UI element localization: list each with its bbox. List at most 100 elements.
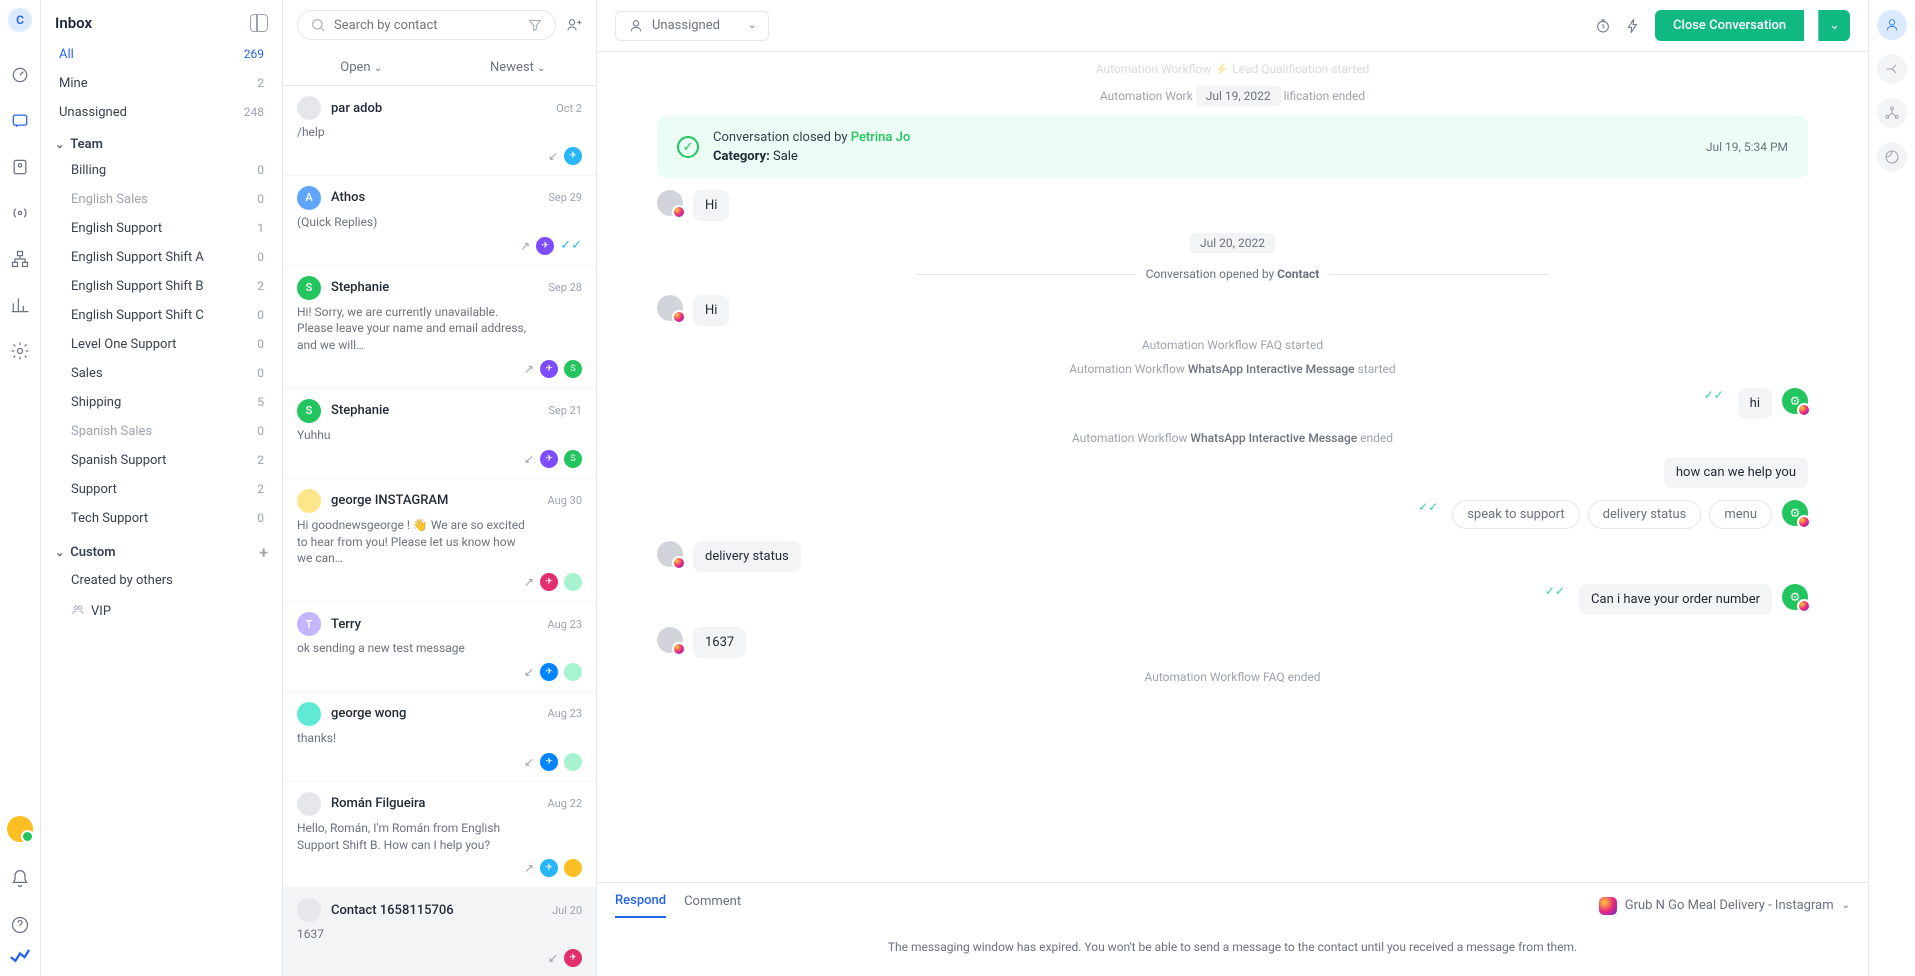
chip-delivery-status[interactable]: delivery status [1588, 500, 1702, 529]
message-bubble: delivery status [693, 541, 801, 572]
bot-avatar: ⚙ [1782, 388, 1808, 414]
telegram-icon: ✈ [564, 147, 582, 165]
team-item[interactable]: English Support Shift B2 [41, 272, 282, 301]
close-conversation-button[interactable]: Close Conversation [1655, 10, 1804, 41]
contact-panel-icon[interactable] [1877, 10, 1907, 40]
add-custom-icon[interactable]: + [259, 543, 268, 562]
team-item[interactable]: Tech Support0 [41, 504, 282, 533]
team-item[interactable]: Spanish Sales0 [41, 417, 282, 446]
tab-comment[interactable]: Comment [684, 894, 741, 917]
inbox-icon[interactable] [9, 110, 31, 132]
message-bubble: Hi [693, 295, 729, 326]
team-item[interactable]: English Sales0 [41, 185, 282, 214]
telegram-icon: ✈ [540, 859, 558, 877]
conversation-item[interactable]: Román FilgueiraAug 22Hello, Román, I'm R… [283, 782, 596, 889]
broadcast-icon[interactable] [9, 202, 31, 224]
message-bubble: 1637 [693, 627, 746, 658]
messenger-icon: ✈ [540, 663, 558, 681]
team-item[interactable]: English Support Shift A0 [41, 243, 282, 272]
viber-icon: ✈ [540, 450, 558, 468]
search-input[interactable] [334, 18, 519, 33]
workspace-avatar[interactable]: C [8, 8, 32, 32]
team-item[interactable]: Support2 [41, 475, 282, 504]
brand-logo [9, 948, 31, 964]
chip-menu[interactable]: menu [1709, 500, 1772, 529]
contact-avatar [657, 190, 683, 216]
conversation-closed-card: ✓ Conversation closed by Petrina Jo Cate… [657, 116, 1808, 178]
team-item[interactable]: Shipping5 [41, 388, 282, 417]
conversation-item[interactable]: par adobOct 2/help↙✈ [283, 86, 596, 176]
search-input-wrapper[interactable] [297, 10, 556, 40]
check-icon: ✓ [677, 136, 699, 158]
bot-avatar: ⚙ [1782, 584, 1808, 610]
team-item[interactable]: Billing0 [41, 156, 282, 185]
workflows-icon[interactable] [9, 248, 31, 270]
tab-respond[interactable]: Respond [615, 893, 666, 918]
contact-avatar [657, 295, 683, 321]
system-message: Automation Work Jul 19, 2022 lification … [657, 86, 1808, 106]
custom-item[interactable]: VIP [41, 595, 282, 626]
bot-avatar: ⚙ [1782, 500, 1808, 526]
help-icon[interactable] [9, 914, 31, 936]
contacts-icon[interactable] [9, 156, 31, 178]
collapse-sidebar-button[interactable] [250, 14, 268, 32]
notifications-icon[interactable] [9, 868, 31, 890]
tab-sort[interactable]: Newest ⌄ [440, 50, 597, 85]
activity-icon[interactable] [1877, 142, 1907, 172]
page-title: Inbox [55, 14, 92, 32]
conversation-item[interactable]: george INSTAGRAMAug 30Hi goodnewsgeorge … [283, 479, 596, 602]
message-bubble: hi [1738, 388, 1772, 419]
custom-item[interactable]: Created by others [41, 566, 282, 595]
system-message: Automation Workflow WhatsApp Interactive… [657, 362, 1808, 376]
conversation-item[interactable]: AAthosSep 29(Quick Replies)↗✈✓✓ [283, 176, 596, 266]
team-item[interactable]: Sales0 [41, 359, 282, 388]
instagram-icon [1599, 897, 1617, 915]
composer-expired-message: The messaging window has expired. You wo… [615, 918, 1850, 976]
viber-icon: ✈ [536, 237, 554, 255]
conversation-item[interactable]: SStephanieSep 28Hi! Sorry, we are curren… [283, 266, 596, 389]
settings-icon[interactable] [9, 340, 31, 362]
dashboard-icon[interactable] [9, 64, 31, 86]
team-item[interactable]: Level One Support0 [41, 330, 282, 359]
contact-avatar [657, 627, 683, 653]
quick-reply-chips: speak to support delivery statusmenu [1452, 500, 1772, 529]
reports-icon[interactable] [9, 294, 31, 316]
conversation-item[interactable]: george wongAug 23thanks!↙✈ [283, 692, 596, 782]
filter-item[interactable]: Mine2 [41, 69, 282, 98]
channel-selector[interactable]: Grub N Go Meal Delivery - Instagram⌄ [1599, 897, 1850, 915]
assignee-dropdown[interactable]: Unassigned ⌄ [615, 11, 769, 41]
team-item[interactable]: English Support Shift C0 [41, 301, 282, 330]
add-contact-icon[interactable] [566, 17, 582, 33]
snooze-icon[interactable] [1595, 18, 1611, 34]
read-ticks-icon: ✓✓ [1545, 584, 1565, 598]
read-ticks-icon: ✓✓ [1704, 388, 1724, 402]
date-separator: Jul 20, 2022 [1190, 233, 1275, 253]
automation-icon[interactable] [1625, 18, 1641, 34]
chip-speak-support[interactable]: speak to support [1452, 500, 1579, 529]
close-conversation-caret[interactable]: ⌄ [1818, 10, 1850, 41]
tab-open[interactable]: Open ⌄ [283, 50, 440, 85]
team-item[interactable]: Spanish Support2 [41, 446, 282, 475]
viber-icon: ✈ [540, 360, 558, 378]
conversation-opened-label: Conversation opened by Contact [1146, 267, 1320, 281]
instagram-icon: ✈ [540, 573, 558, 591]
merge-icon[interactable] [1877, 54, 1907, 84]
custom-group-toggle[interactable]: ⌄Custom+ [41, 533, 282, 566]
current-user-avatar[interactable] [7, 816, 33, 842]
message-bubble: Hi [693, 190, 729, 221]
filter-item[interactable]: All269 [41, 40, 282, 69]
conversation-item[interactable]: SStephanieSep 21Yuhhu↙✈S [283, 389, 596, 479]
conversation-item[interactable]: TTerryAug 23ok sending a new test messag… [283, 602, 596, 692]
team-group-toggle[interactable]: ⌄Team [41, 127, 282, 156]
messenger-icon: ✈ [540, 753, 558, 771]
instagram-icon: ✈ [564, 949, 582, 967]
filter-item[interactable]: Unassigned248 [41, 98, 282, 127]
team-item[interactable]: English Support1 [41, 214, 282, 243]
system-message: Automation Workflow WhatsApp Interactive… [657, 431, 1808, 445]
read-ticks-icon: ✓✓ [1418, 500, 1438, 514]
filter-icon[interactable] [527, 17, 543, 33]
conversation-item[interactable]: Contact 1658115706Jul 201637↙✈ [283, 888, 596, 976]
channels-icon[interactable] [1877, 98, 1907, 128]
system-message: Automation Workflow ⚡ Lead Qualification… [657, 62, 1808, 76]
search-icon [310, 17, 326, 33]
